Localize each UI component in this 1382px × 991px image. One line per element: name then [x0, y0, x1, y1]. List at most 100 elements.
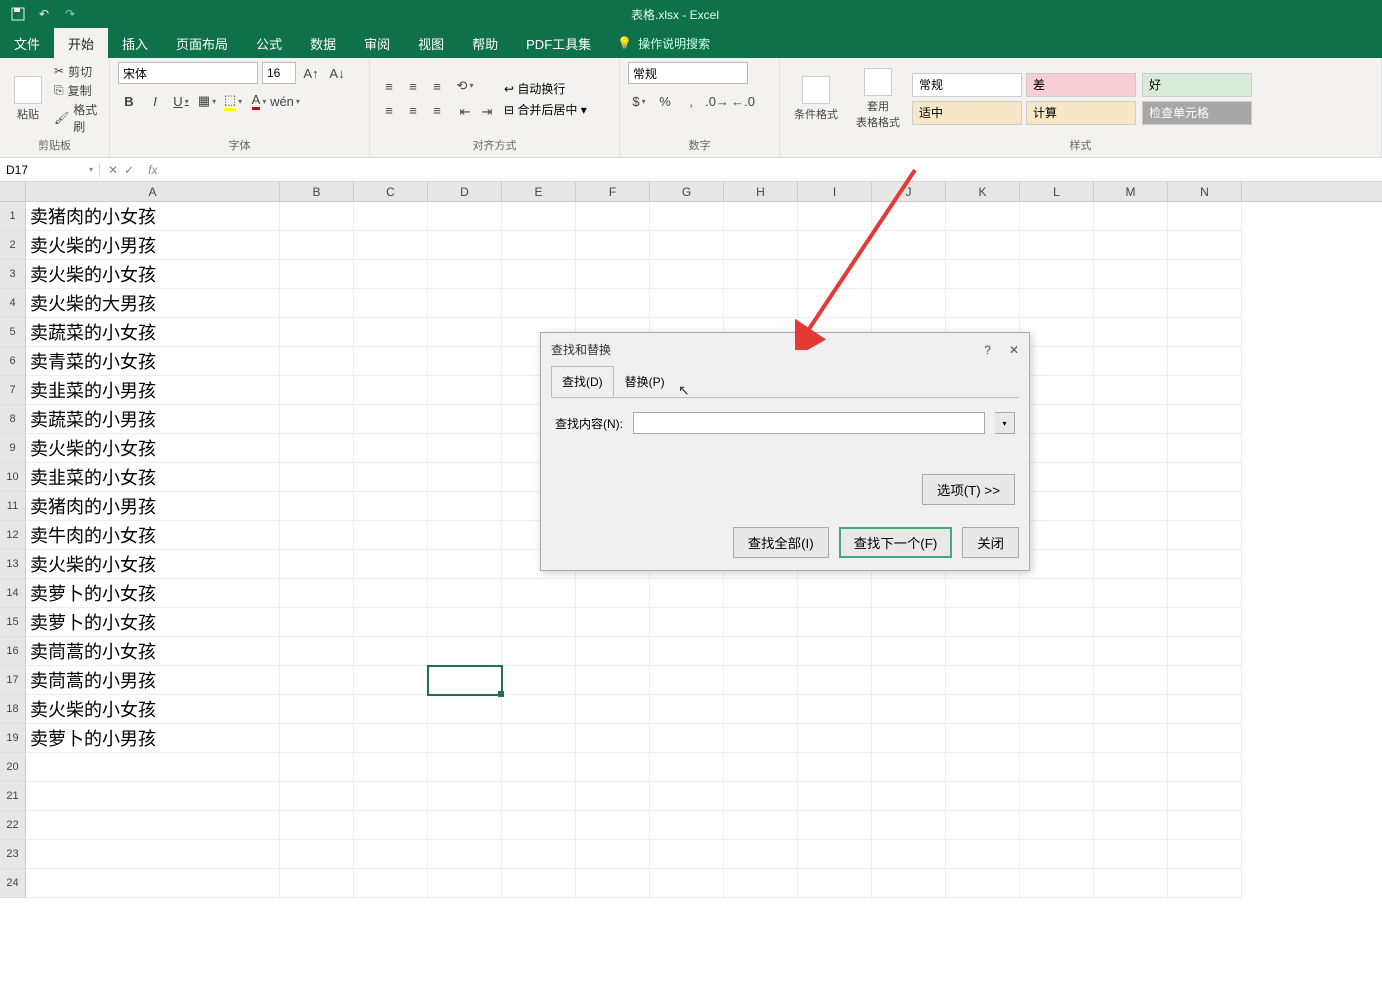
cell[interactable]: 卖猪肉的小男孩 [26, 492, 280, 521]
accounting-format-button[interactable]: $ [628, 90, 650, 112]
fx-icon[interactable]: fx [142, 163, 163, 177]
column-header[interactable]: J [872, 182, 946, 201]
cell[interactable] [872, 260, 946, 289]
cell[interactable] [280, 347, 354, 376]
row-header[interactable]: 23 [0, 840, 26, 869]
cell[interactable] [428, 521, 502, 550]
align-top-icon[interactable]: ≡ [378, 76, 400, 98]
cell[interactable] [354, 347, 428, 376]
cell[interactable] [1094, 782, 1168, 811]
cell[interactable] [798, 202, 872, 231]
row-header[interactable]: 21 [0, 782, 26, 811]
cell[interactable] [872, 811, 946, 840]
cell[interactable] [1168, 695, 1242, 724]
cell[interactable] [354, 492, 428, 521]
cell[interactable] [1168, 811, 1242, 840]
name-box[interactable]: D17 [0, 163, 100, 177]
cell[interactable] [428, 289, 502, 318]
cell[interactable]: 卖茼蒿的小女孩 [26, 637, 280, 666]
cell[interactable] [724, 579, 798, 608]
cell[interactable] [724, 840, 798, 869]
cell[interactable] [280, 260, 354, 289]
cell[interactable] [1168, 318, 1242, 347]
cell[interactable] [428, 492, 502, 521]
cell[interactable] [354, 521, 428, 550]
cell-style-normal[interactable]: 常规 [912, 73, 1022, 97]
cell[interactable] [1094, 637, 1168, 666]
column-header[interactable]: B [280, 182, 354, 201]
cell[interactable] [576, 782, 650, 811]
align-left-icon[interactable]: ≡ [378, 100, 400, 122]
cell[interactable] [1094, 724, 1168, 753]
cell[interactable] [26, 811, 280, 840]
cell[interactable] [1168, 405, 1242, 434]
cell[interactable] [354, 753, 428, 782]
cell[interactable] [576, 289, 650, 318]
cell-style-neutral[interactable]: 适中 [912, 101, 1022, 125]
find-history-dropdown[interactable]: ▾ [995, 412, 1015, 434]
cell[interactable] [502, 579, 576, 608]
cell[interactable] [1168, 260, 1242, 289]
cell[interactable] [946, 811, 1020, 840]
dialog-close-icon[interactable]: ✕ [1009, 343, 1019, 357]
cell[interactable] [1020, 463, 1094, 492]
cell[interactable] [280, 521, 354, 550]
cell[interactable] [354, 318, 428, 347]
cell[interactable] [1020, 608, 1094, 637]
wrap-text-button[interactable]: ↩ 自动换行 [504, 80, 587, 97]
cell[interactable] [1020, 260, 1094, 289]
cell[interactable] [1020, 492, 1094, 521]
row-header[interactable]: 7 [0, 376, 26, 405]
row-header[interactable]: 18 [0, 695, 26, 724]
cell[interactable] [946, 724, 1020, 753]
cell[interactable] [650, 811, 724, 840]
align-right-icon[interactable]: ≡ [426, 100, 448, 122]
cell[interactable] [280, 637, 354, 666]
cell[interactable] [724, 608, 798, 637]
cell[interactable] [724, 231, 798, 260]
cell[interactable] [502, 753, 576, 782]
increase-decimal-icon[interactable]: .0→ [706, 90, 728, 112]
cell[interactable] [280, 550, 354, 579]
cancel-formula-icon[interactable]: ✕ [108, 163, 118, 177]
cell[interactable] [502, 782, 576, 811]
cell[interactable] [872, 724, 946, 753]
cell[interactable] [428, 347, 502, 376]
cell[interactable] [1020, 666, 1094, 695]
column-header[interactable]: D [428, 182, 502, 201]
tab-file[interactable]: 文件 [0, 28, 54, 58]
cell[interactable] [872, 579, 946, 608]
cell[interactable] [26, 840, 280, 869]
cell[interactable] [502, 260, 576, 289]
cell[interactable] [724, 260, 798, 289]
column-header[interactable]: H [724, 182, 798, 201]
cell[interactable] [502, 724, 576, 753]
border-button[interactable]: ▦ [196, 90, 218, 112]
decrease-decimal-icon[interactable]: ←.0 [732, 90, 754, 112]
cell[interactable] [1168, 434, 1242, 463]
cell[interactable] [798, 608, 872, 637]
bold-button[interactable]: B [118, 90, 140, 112]
cell[interactable]: 卖火柴的大男孩 [26, 289, 280, 318]
cell[interactable] [650, 753, 724, 782]
cell[interactable] [650, 608, 724, 637]
cell[interactable] [428, 231, 502, 260]
cell-style-calc[interactable]: 计算 [1026, 101, 1136, 125]
column-header[interactable]: E [502, 182, 576, 201]
enter-formula-icon[interactable]: ✓ [124, 163, 134, 177]
cell[interactable] [798, 811, 872, 840]
cell[interactable] [576, 579, 650, 608]
column-header[interactable]: G [650, 182, 724, 201]
cell[interactable] [946, 637, 1020, 666]
cell[interactable] [946, 579, 1020, 608]
cell[interactable]: 卖萝卜的小女孩 [26, 579, 280, 608]
cell[interactable] [1168, 550, 1242, 579]
column-header[interactable]: I [798, 182, 872, 201]
cell[interactable]: 卖蔬菜的小女孩 [26, 318, 280, 347]
cell[interactable] [354, 579, 428, 608]
cell[interactable] [280, 666, 354, 695]
cell[interactable] [1020, 811, 1094, 840]
cell[interactable] [946, 202, 1020, 231]
cell[interactable] [1094, 347, 1168, 376]
cell[interactable] [798, 666, 872, 695]
